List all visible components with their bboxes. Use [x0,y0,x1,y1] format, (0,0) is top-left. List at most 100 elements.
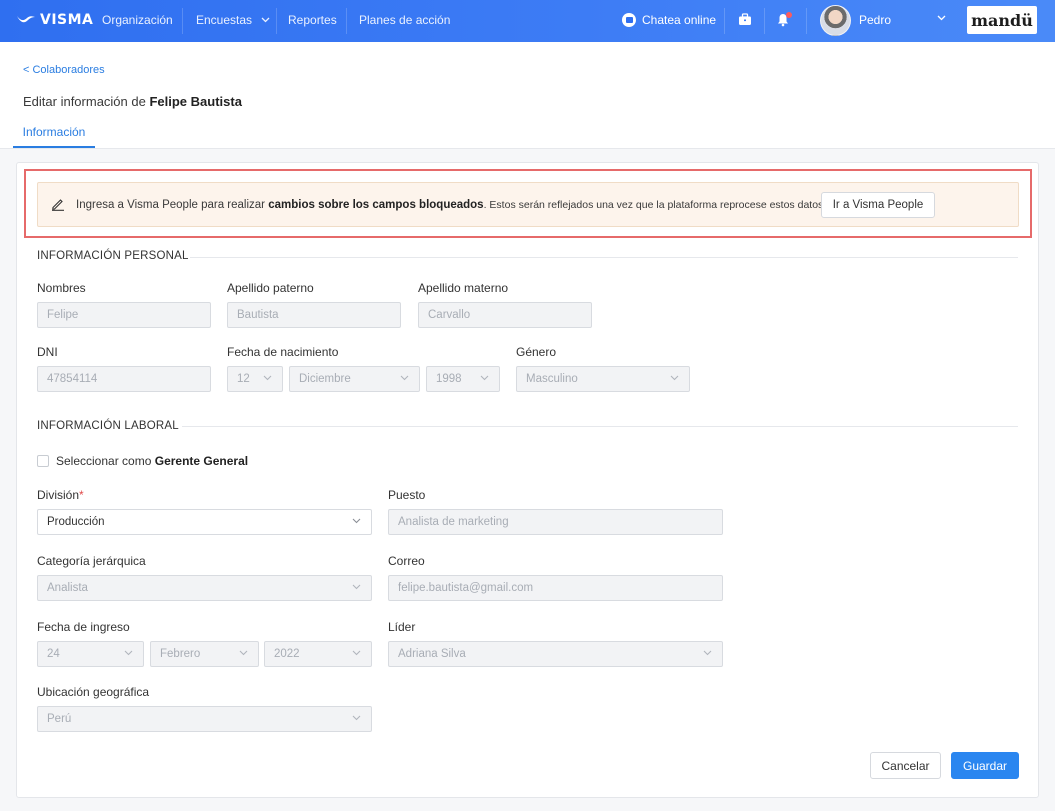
apellido-materno-label: Apellido materno [418,281,509,295]
puesto-field: Analista de marketing [388,509,723,535]
nav-reportes-label: Reportes [288,13,337,27]
apellido-paterno-field: Bautista [227,302,401,328]
nav-divider [806,8,807,34]
notification-badge [786,12,792,18]
gerente-bold: Gerente General [154,454,249,468]
nav-divider [276,8,277,34]
nav-encuestas-label: Encuestas [196,13,253,27]
genero-value: Masculino [526,373,578,385]
chevron-down-icon [352,648,361,657]
lider-label: Líder [388,620,416,634]
briefcase-icon[interactable] [738,13,752,29]
dni-value: 47854114 [47,373,98,385]
fecha-nacimiento-label: Fecha de nacimiento [227,345,339,359]
nav-divider [724,8,725,34]
nacimiento-dia-value: 12 [237,373,250,385]
top-navigation-bar: VISMA Organización Encuestas Reportes Pl… [0,0,1055,42]
page-title: Editar información de Felipe Bautista [23,94,242,109]
genero-label: Género [516,345,557,359]
chevron-down-icon [352,582,361,591]
ubicacion-label: Ubicación geográfica [37,685,150,699]
lider-value: Adriana Silva [398,648,466,660]
ingreso-mes-value: Febrero [160,648,201,660]
user-name[interactable]: Pedro [859,13,891,27]
section-divider [182,426,1018,427]
puesto-value: Analista de marketing [398,516,509,528]
genero-select: Masculino [516,366,690,392]
nombres-value: Felipe [47,309,79,321]
cancel-button[interactable]: Cancelar [870,752,941,779]
visma-logo-text: VISMA [40,12,94,28]
go-to-visma-people-button[interactable]: Ir a Visma People [821,192,935,218]
categoria-select: Analista [37,575,372,601]
nacimiento-mes-value: Diciembre [299,373,351,385]
categoria-label: Categoría jerárquica [37,554,146,568]
nacimiento-dia-select: 12 [227,366,283,392]
nav-encuestas[interactable]: Encuestas [196,13,270,27]
chat-bubble-icon [622,13,636,27]
nacimiento-mes-select: Diciembre [289,366,420,392]
visma-logo[interactable]: VISMA [16,12,93,28]
chevron-down-icon [239,648,248,657]
nav-planes-de-accion[interactable]: Planes de acción [359,13,450,27]
pencil-icon [51,197,65,214]
gerente-general-checkbox[interactable] [37,455,49,467]
section-divider [190,257,1018,258]
categoria-value: Analista [47,582,88,594]
avatar[interactable] [820,5,851,36]
mandu-logo[interactable]: mandü [967,6,1037,34]
division-select[interactable]: Producción [37,509,372,535]
gerente-prefix: Seleccionar como [56,454,152,468]
fecha-ingreso-label: Fecha de ingreso [37,620,130,634]
nav-divider [764,8,765,34]
nacimiento-anio-select: 1998 [426,366,500,392]
division-label-text: División [37,488,80,502]
chevron-down-icon [670,373,679,382]
nav-organizacion[interactable]: Organización [102,13,173,27]
nav-reportes[interactable]: Reportes [288,13,337,27]
breadcrumb[interactable]: < Colaboradores [23,64,105,76]
chevron-down-icon[interactable] [937,13,946,24]
required-marker: * [79,488,84,502]
page-title-name: Felipe Bautista [149,94,242,109]
division-value: Producción [47,516,105,528]
ingreso-anio-value: 2022 [274,648,300,660]
page-title-prefix: Editar información de [23,94,146,109]
nombres-label: Nombres [37,281,86,295]
chat-online-button[interactable]: Chatea online [622,13,716,27]
section-personal-title: INFORMACIÓN PERSONAL [37,250,189,262]
section-laboral-title: INFORMACIÓN LABORAL [37,420,179,432]
nombres-field: Felipe [37,302,211,328]
nav-planes-label: Planes de acción [359,13,451,27]
puesto-label: Puesto [388,488,426,502]
chevron-down-icon [703,648,712,657]
locked-fields-alert: Ingresa a Visma People para realizar cam… [37,182,1019,227]
tab-informacion[interactable]: Información [13,122,95,148]
chevron-down-icon [352,516,361,525]
ingreso-dia-select: 24 [37,641,144,667]
gerente-general-label: Seleccionar como Gerente General [56,454,248,468]
chevron-down-icon [400,373,409,382]
alert-message: Ingresa a Visma People para realizar cam… [76,199,826,211]
division-label: División* [37,488,84,502]
nacimiento-anio-value: 1998 [436,373,462,385]
ubicacion-select: Perú [37,706,372,732]
ingreso-anio-select: 2022 [264,641,372,667]
chevron-down-icon [352,713,361,722]
correo-label: Correo [388,554,425,568]
ubicacion-value: Perú [47,713,72,725]
apellido-materno-value: Carvallo [428,309,471,321]
visma-swoosh-icon [17,16,35,23]
chevron-down-icon [124,648,133,657]
chat-online-label: Chatea online [642,13,717,27]
chevron-down-icon [261,15,270,25]
nav-divider [346,8,347,34]
chevron-down-icon [480,373,489,382]
nav-organizacion-label: Organización [102,13,173,27]
apellido-paterno-label: Apellido paterno [227,281,314,295]
save-button[interactable]: Guardar [951,752,1019,779]
alert-text-prefix: Ingresa a Visma People para realizar [76,199,266,211]
correo-field: felipe.bautista@gmail.com [388,575,723,601]
chevron-down-icon [263,373,272,382]
gerente-general-option[interactable]: Seleccionar como Gerente General [37,454,248,468]
